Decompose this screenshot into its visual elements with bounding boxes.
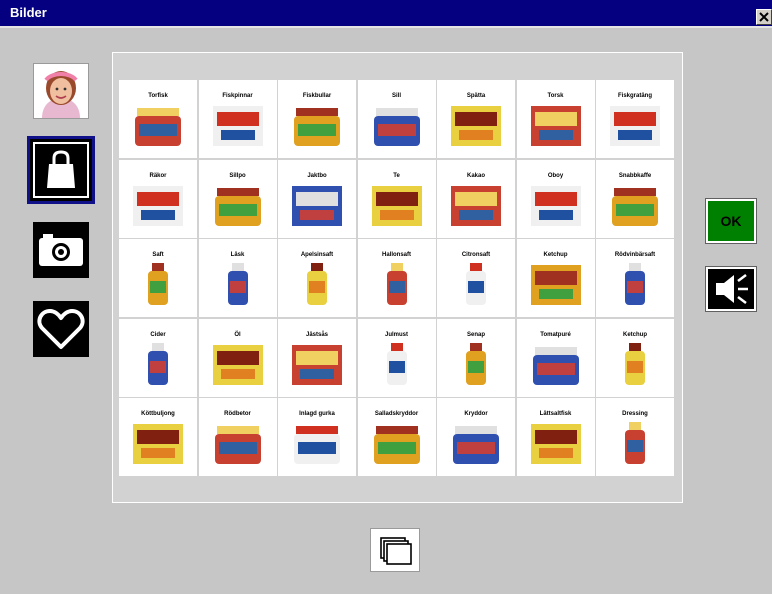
picture-cell[interactable]: Jästsås <box>278 318 356 397</box>
picture-cell[interactable]: Rödbetor <box>198 398 277 476</box>
raspberry-juice-bottle-icon <box>386 263 407 305</box>
picture-cell[interactable]: Köttbuljong <box>119 398 197 476</box>
speaker-button[interactable] <box>705 266 757 312</box>
stock-cubes-icon <box>133 424 183 464</box>
picture-cell[interactable]: Sill <box>357 80 436 158</box>
category-shopping[interactable] <box>27 136 95 204</box>
snack-bag-icon <box>292 185 342 226</box>
ketchup-box-icon <box>530 265 581 305</box>
heart-icon <box>37 309 85 349</box>
picture-cell[interactable]: Fiskpinnar <box>198 80 277 158</box>
picture-cell[interactable]: Dressing <box>596 398 674 476</box>
picture-cell[interactable]: Sillpo <box>198 159 277 238</box>
category-photos[interactable] <box>33 222 89 278</box>
fish-fillet-package-icon <box>451 106 501 146</box>
picture-cell[interactable]: Torsk <box>516 80 595 158</box>
picture-cell[interactable]: Fiskgratäng <box>596 80 674 158</box>
picture-cell[interactable]: Jaktbo <box>278 159 356 238</box>
spice-jars-icon <box>373 426 420 464</box>
beer-pack-icon <box>212 344 263 385</box>
speaker-icon <box>716 274 748 304</box>
sauce-box-icon <box>292 344 342 385</box>
tins-icon <box>214 187 261 226</box>
fish-sticks-box-icon <box>212 106 263 146</box>
cider-bottle-icon <box>148 342 168 385</box>
picture-cell[interactable]: Senap <box>437 318 515 397</box>
picture-cell[interactable]: Tomatpuré <box>516 318 595 397</box>
ketchup-bottle-icon <box>625 342 645 385</box>
julmust-bottle-icon <box>386 342 407 385</box>
picture-cell[interactable]: Te <box>357 159 436 238</box>
category-favorites[interactable] <box>33 301 89 357</box>
picture-cell[interactable]: Ketchup <box>596 318 674 397</box>
picture-cell[interactable]: Citronsaft <box>437 239 515 317</box>
fish-balls-can-icon <box>294 108 340 146</box>
picture-cell[interactable]: Apelsinsaft <box>278 239 356 317</box>
picture-cell[interactable]: Läsk <box>198 239 277 317</box>
picture-cell[interactable]: Julmust <box>357 318 436 397</box>
picture-cell[interactable]: Oboy <box>516 159 595 238</box>
picture-cell[interactable]: Räkor <box>119 159 197 238</box>
fish-packages-icon <box>530 424 581 464</box>
cocoa-package-icon <box>451 185 501 226</box>
picture-cell[interactable]: Inlagd gurka <box>278 398 356 476</box>
shrimp-bag-icon <box>133 185 183 226</box>
instant-coffee-jars-icon <box>612 187 658 226</box>
picture-cell[interactable]: Snabbkaffe <box>596 159 674 238</box>
oboy-package-icon <box>530 185 581 226</box>
category-shopping-frame <box>33 142 89 198</box>
lemon-juice-bottle-icon <box>466 263 486 305</box>
picture-cell[interactable]: Cider <box>119 318 197 397</box>
picture-cell[interactable]: Saft <box>119 239 197 317</box>
picture-cell[interactable]: Salladskryddor <box>357 398 436 476</box>
picture-cell[interactable]: Torfisk <box>119 80 197 158</box>
fish-gratin-box-icon <box>610 106 660 146</box>
close-icon <box>759 12 769 22</box>
herring-jars-icon <box>373 108 420 146</box>
picture-cell[interactable]: Fiskbullar <box>278 80 356 158</box>
mustard-bottle-icon <box>466 342 486 385</box>
picture-grid: Torfisk Fiskpinnar Fiskbullar Sill Spätta Tor… <box>119 80 675 476</box>
shopping-bag-icon <box>47 150 75 188</box>
pickles-jar-icon <box>294 426 340 464</box>
girl-photo-icon <box>34 64 88 118</box>
picture-cell[interactable]: Spätta <box>437 80 515 158</box>
tomato-jar-icon <box>532 346 579 385</box>
picture-cell[interactable]: Rödvinbärsaft <box>596 239 674 317</box>
currant-juice-bottle-icon <box>625 263 645 305</box>
picture-cell[interactable]: Hallonsaft <box>357 239 436 317</box>
picture-cell[interactable]: Öl <box>198 318 277 397</box>
ok-button[interactable]: OK <box>705 198 757 244</box>
dressing-bottle-icon <box>625 422 645 464</box>
picture-cell[interactable]: Kryddor <box>437 398 515 476</box>
picture-cell[interactable]: Kakao <box>437 159 515 238</box>
orange-juice-bottle-icon <box>307 263 327 305</box>
tea-box-icon <box>371 185 422 226</box>
picture-cell[interactable]: Ketchup <box>516 239 595 317</box>
juice-bottles-icon <box>148 263 168 305</box>
canned-fish-icon <box>135 108 181 146</box>
cod-package-icon <box>530 106 581 146</box>
camera-icon <box>39 234 83 266</box>
pages-icon <box>380 537 412 565</box>
soda-bottle-icon <box>227 263 248 305</box>
title-bar: Bilder <box>0 0 772 26</box>
pages-button[interactable] <box>370 528 420 572</box>
spice-jars-dark-icon <box>453 426 499 464</box>
window-title: Bilder <box>10 5 47 20</box>
close-button[interactable] <box>756 9 772 25</box>
beetroot-jar-icon <box>214 426 261 464</box>
title-divider <box>0 26 772 28</box>
picture-cell[interactable]: Lättsaltfisk <box>516 398 595 476</box>
category-person[interactable] <box>33 63 89 119</box>
